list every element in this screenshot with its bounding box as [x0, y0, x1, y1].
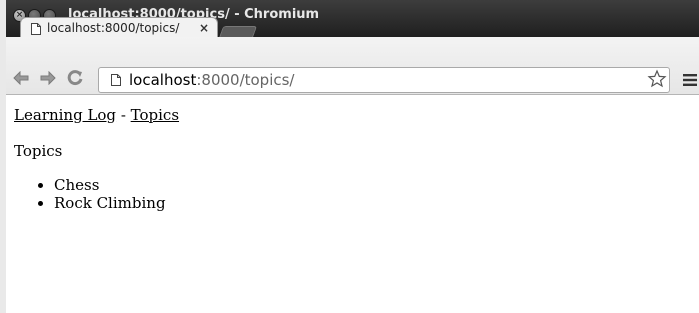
page-icon	[111, 74, 121, 86]
nav-separator: -	[116, 106, 131, 124]
url-path: :8000/topics/	[196, 71, 295, 89]
hamburger-menu-icon[interactable]	[683, 74, 697, 86]
address-bar[interactable]: localhost:8000/topics/	[98, 67, 670, 93]
star-icon[interactable]	[647, 69, 667, 89]
topics-link[interactable]: Topics	[131, 106, 179, 124]
page-icon	[31, 23, 41, 35]
back-arrow-icon[interactable]	[12, 71, 30, 85]
tab-title: localhost:8000/topics/	[47, 21, 180, 35]
page-heading: Topics	[14, 142, 63, 160]
learning-log-link[interactable]: Learning Log	[14, 106, 116, 124]
tab-close-icon[interactable]: ×	[199, 21, 209, 35]
window-titlebar: × localhost:8000/topics/ - Chromium loca…	[6, 0, 699, 40]
forward-arrow-icon[interactable]	[39, 71, 57, 85]
address-bar-url: localhost:8000/topics/	[129, 71, 295, 89]
url-host: localhost	[129, 71, 197, 89]
list-item: Rock Climbing	[54, 194, 166, 212]
topic-list: Chess Rock Climbing	[36, 176, 166, 212]
page-content: Learning Log - Topics Topics Chess Rock …	[6, 96, 699, 313]
list-item: Chess	[54, 176, 166, 194]
site-nav: Learning Log - Topics	[14, 106, 179, 124]
browser-window: × localhost:8000/topics/ - Chromium loca…	[6, 0, 699, 313]
reload-icon[interactable]	[66, 69, 84, 87]
